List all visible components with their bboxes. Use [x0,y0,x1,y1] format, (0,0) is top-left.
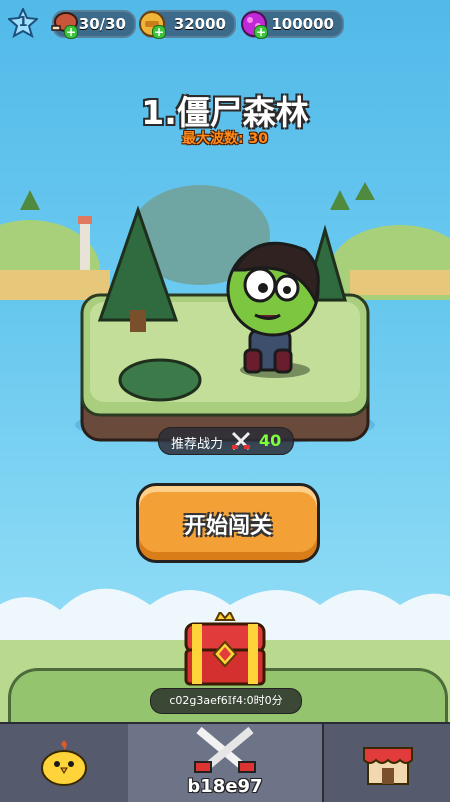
nav-pet-tab[interactable] [0,722,130,802]
start-stage-label: 开始闯关 [183,514,272,539]
shop-icon [363,747,413,785]
add-meat-icon[interactable]: + [64,25,78,39]
chest-timer: c02g3aef6𝕀f4:0时0分 [150,688,302,714]
start-stage-button[interactable]: 开始闯关 [136,483,320,563]
meat-counter[interactable]: + 30/30 [51,10,136,39]
coin-counter[interactable]: + 32000 [139,10,236,39]
max-wave-label: 最大波数: 30 [182,131,268,147]
player-level: 1 [18,15,28,30]
nav-battle-tab[interactable]: b18e97 [128,722,322,802]
power-label: 推荐战力 [171,437,224,452]
player-level-badge[interactable]: 1 [6,6,40,39]
gem-counter[interactable]: + 100000 [241,10,344,39]
zombie-character [226,241,320,378]
treasure-chest-icon[interactable] [178,612,272,692]
nav-shop-tab[interactable] [322,722,450,802]
meat-value: 30/30 [78,15,126,33]
crossed-swords-icon [231,431,251,451]
chick-icon [41,740,87,786]
add-gem-icon[interactable]: + [254,25,268,39]
nav-battle-label: b18e97 [187,776,263,797]
stage-title: 1.僵尸森林 [141,93,309,132]
gem-value: 100000 [271,15,334,33]
crossed-swords-icon [194,726,256,774]
coin-value: 32000 [173,15,226,33]
add-coin-icon[interactable]: + [152,25,166,39]
recommended-power: 推荐战力 40 [158,427,294,455]
power-value: 40 [259,431,282,450]
top-hud: 1 + 30/30 + 32000 + 100000 [6,6,444,39]
bottom-nav: b18e97 [0,722,450,802]
